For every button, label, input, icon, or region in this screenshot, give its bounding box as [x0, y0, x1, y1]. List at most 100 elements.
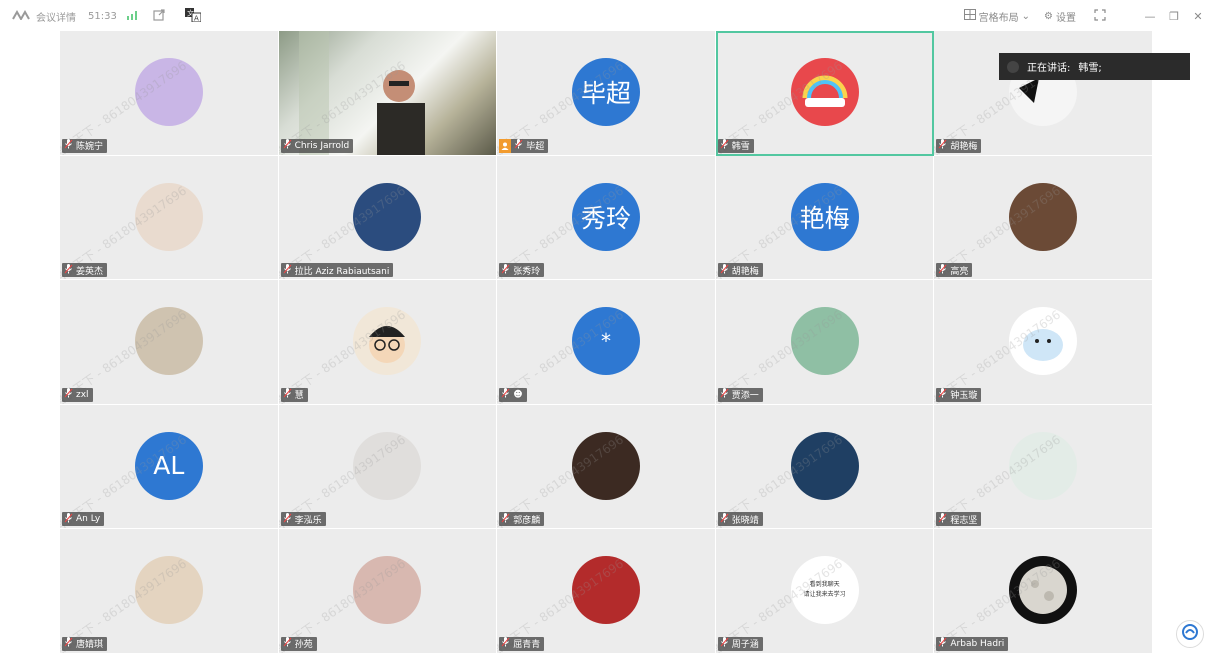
participant-tile[interactable]: 艳梅 君悦天下 - 8618043917696 胡艳梅	[715, 155, 935, 281]
participant-tile[interactable]: 看到我聊天 请让我来去学习 君悦天下 - 8618043917696 周子涵	[715, 529, 935, 654]
participant-name-tag: 唐婧琪	[62, 636, 108, 651]
assistant-button[interactable]	[1176, 620, 1204, 648]
speaking-avatar-icon	[1007, 60, 1019, 73]
participant-name-tag: Chris Jarrold	[280, 138, 354, 153]
participant-name: 程志坚	[950, 515, 978, 526]
settings-button[interactable]: ⚙ 设置	[1044, 9, 1076, 24]
mic-muted-icon	[64, 388, 73, 401]
participant-tile[interactable]: 君悦天下 - 8618043917696 孙苑	[278, 529, 498, 654]
layout-label: 宫格布局	[978, 12, 1019, 24]
participant-name-tag: 程志坚	[936, 512, 982, 527]
participant-name: Chris Jarrold	[294, 140, 350, 151]
participant-name-tag: An Ly	[62, 512, 105, 527]
restore-icon[interactable]: ❐	[1166, 10, 1182, 23]
avatar-initials: AL	[134, 431, 203, 500]
share-link-icon[interactable]	[153, 8, 165, 24]
avatar-hamster	[353, 556, 422, 625]
participant-name-tag: 胡艳梅	[936, 138, 982, 153]
participant-name: 韩雪	[731, 142, 750, 153]
participant-tile[interactable]: 君悦天下 - 8618043917696 zxl	[60, 280, 279, 405]
participant-tile[interactable]: 君悦天下 - 8618043917696 Arbab Hadri	[934, 529, 1153, 654]
camera-video-feed	[278, 31, 497, 155]
participant-tile[interactable]: 君悦天下 - 8618043917696 贾添一	[715, 280, 935, 405]
participant-name-tag: 张晓靖	[717, 512, 763, 527]
mic-muted-icon	[283, 512, 292, 526]
participant-tile[interactable]: 君悦天下 - 8618043917696 慧	[278, 280, 498, 405]
mic-muted-icon	[938, 388, 947, 401]
participant-name: 屈青青	[513, 640, 541, 651]
mic-muted-icon	[514, 139, 523, 152]
participant-name: 毕超	[526, 142, 545, 153]
participant-name: 拉比 Aziz Rabiautsani	[294, 266, 390, 277]
avatar-soccer-player	[353, 182, 422, 251]
mic-muted-icon	[720, 637, 729, 650]
participant-name: 张秀玲	[513, 266, 541, 277]
participant-tile[interactable]: 君悦天下 - 8618043917696 拉比 Aziz Rabiautsani	[278, 155, 498, 281]
settings-label: 设置	[1056, 12, 1076, 24]
participant-tile[interactable]: 君悦天下 - 8618043917696 郭彦麟	[497, 404, 716, 530]
participant-tile[interactable]: 君悦天下 - 8618043917696 姜英杰	[60, 155, 279, 281]
participant-tile[interactable]: 君悦天下 - 8618043917696 Chris Jarrold	[278, 31, 498, 156]
participant-tile[interactable]: 君悦天下 - 8618043917696 唐婧琪	[60, 529, 279, 654]
chevron-down-icon: ⌄	[1021, 10, 1031, 22]
avatar-cartoon-man-glasses	[353, 307, 422, 376]
avatar-fluffy-pet	[134, 556, 203, 625]
participant-name-tag: 姜英杰	[62, 263, 108, 278]
participant-name: 慧	[294, 391, 304, 402]
mic-muted-icon	[64, 637, 73, 650]
participant-grid: 君悦天下 - 8618043917696 陈婉宁 君悦天下 - 8618043917…	[60, 31, 1153, 654]
participant-name: 胡艳梅	[950, 142, 978, 153]
participant-name: 高亮	[950, 266, 969, 277]
mic-muted-icon	[64, 263, 73, 277]
mic-muted-icon	[283, 139, 292, 152]
participant-tile[interactable]: * 君悦天下 - 8618043917696 ☻	[497, 280, 716, 405]
fullscreen-icon[interactable]	[1094, 8, 1106, 24]
avatar-white-dog	[353, 431, 422, 500]
minimize-icon[interactable]: —	[1142, 10, 1158, 23]
speaking-indicator: 正在讲话: 韩雪;	[999, 53, 1190, 80]
avatar-initials: 秀玲	[571, 182, 640, 251]
participant-tile[interactable]: 毕超 君悦天下 - 8618043917696 毕超	[497, 31, 716, 156]
layout-button[interactable]: 宫格布局 ⌄	[963, 9, 1031, 24]
participant-tile[interactable]: AL 君悦天下 - 8618043917696 An Ly	[60, 404, 279, 530]
participant-tile[interactable]: 君悦天下 - 8618043917696 陈婉宁	[60, 31, 279, 156]
mic-muted-icon	[501, 263, 510, 277]
participant-tile[interactable]: 君悦天下 - 8618043917696 李泓乐	[278, 404, 498, 530]
avatar-woman-office	[1009, 182, 1078, 251]
mic-muted-icon	[501, 512, 510, 526]
participant-name: 周子涵	[731, 640, 759, 651]
participant-name: 张晓靖	[731, 515, 759, 526]
meeting-info-button[interactable]: 会议详情	[36, 9, 76, 24]
mic-muted-icon	[501, 637, 510, 650]
participant-tile[interactable]: 君悦天下 - 8618043917696 高亮	[934, 155, 1153, 281]
participant-tile[interactable]: 君悦天下 - 8618043917696 钟玉璇	[934, 280, 1153, 405]
participant-name: 姜英杰	[76, 266, 104, 277]
mic-muted-icon	[720, 263, 729, 277]
participant-tile[interactable]: 君悦天下 - 8618043917696 屈青青	[497, 529, 716, 654]
avatar-moon	[1009, 556, 1078, 625]
title-bar: 会议详情 51:33 文A 宫格布局 ⌄ ⚙ 设置 — ❐ ✕	[0, 0, 1222, 32]
participant-name: 孙苑	[294, 640, 313, 651]
participant-name: 唐婧琪	[76, 640, 104, 651]
participant-name-tag: 毕超	[499, 138, 549, 153]
mic-muted-icon	[283, 637, 292, 650]
participant-tile[interactable]: 君悦天下 - 8618043917696 韩雪	[715, 31, 935, 156]
participant-tile[interactable]: 君悦天下 - 8618043917696 胡艳梅	[934, 31, 1153, 156]
signal-strength-icon	[126, 10, 139, 23]
participant-name: An Ly	[76, 514, 101, 525]
meeting-timer: 51:33	[88, 10, 117, 22]
participant-tile[interactable]: 君悦天下 - 8618043917696 张晓靖	[715, 404, 935, 530]
participant-name-tag: zxl	[62, 387, 93, 402]
participant-name-tag: 韩雪	[717, 138, 754, 153]
avatar-initials: 艳梅	[790, 182, 859, 251]
participant-name: 钟玉璇	[950, 391, 978, 402]
mic-muted-icon	[64, 139, 73, 152]
participant-tile[interactable]: 君悦天下 - 8618043917696 程志坚	[934, 404, 1153, 530]
mic-muted-icon	[283, 263, 292, 277]
mic-muted-icon	[720, 388, 729, 401]
translate-icon[interactable]: 文A	[184, 7, 202, 25]
close-icon[interactable]: ✕	[1190, 10, 1206, 23]
participant-tile[interactable]: 秀玲 君悦天下 - 8618043917696 张秀玲	[497, 155, 716, 281]
participant-name-tag: 周子涵	[717, 636, 763, 651]
avatar-initials: *	[571, 307, 640, 376]
